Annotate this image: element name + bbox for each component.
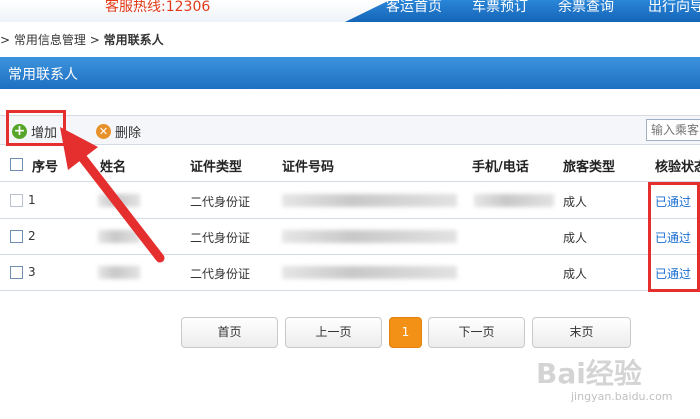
watermark-text: Bai经验 bbox=[536, 357, 642, 390]
watermark-url: jingyan.baidu.com bbox=[571, 390, 673, 403]
baidu-watermark: Bai经验 jingyan.baidu.com bbox=[536, 350, 696, 410]
